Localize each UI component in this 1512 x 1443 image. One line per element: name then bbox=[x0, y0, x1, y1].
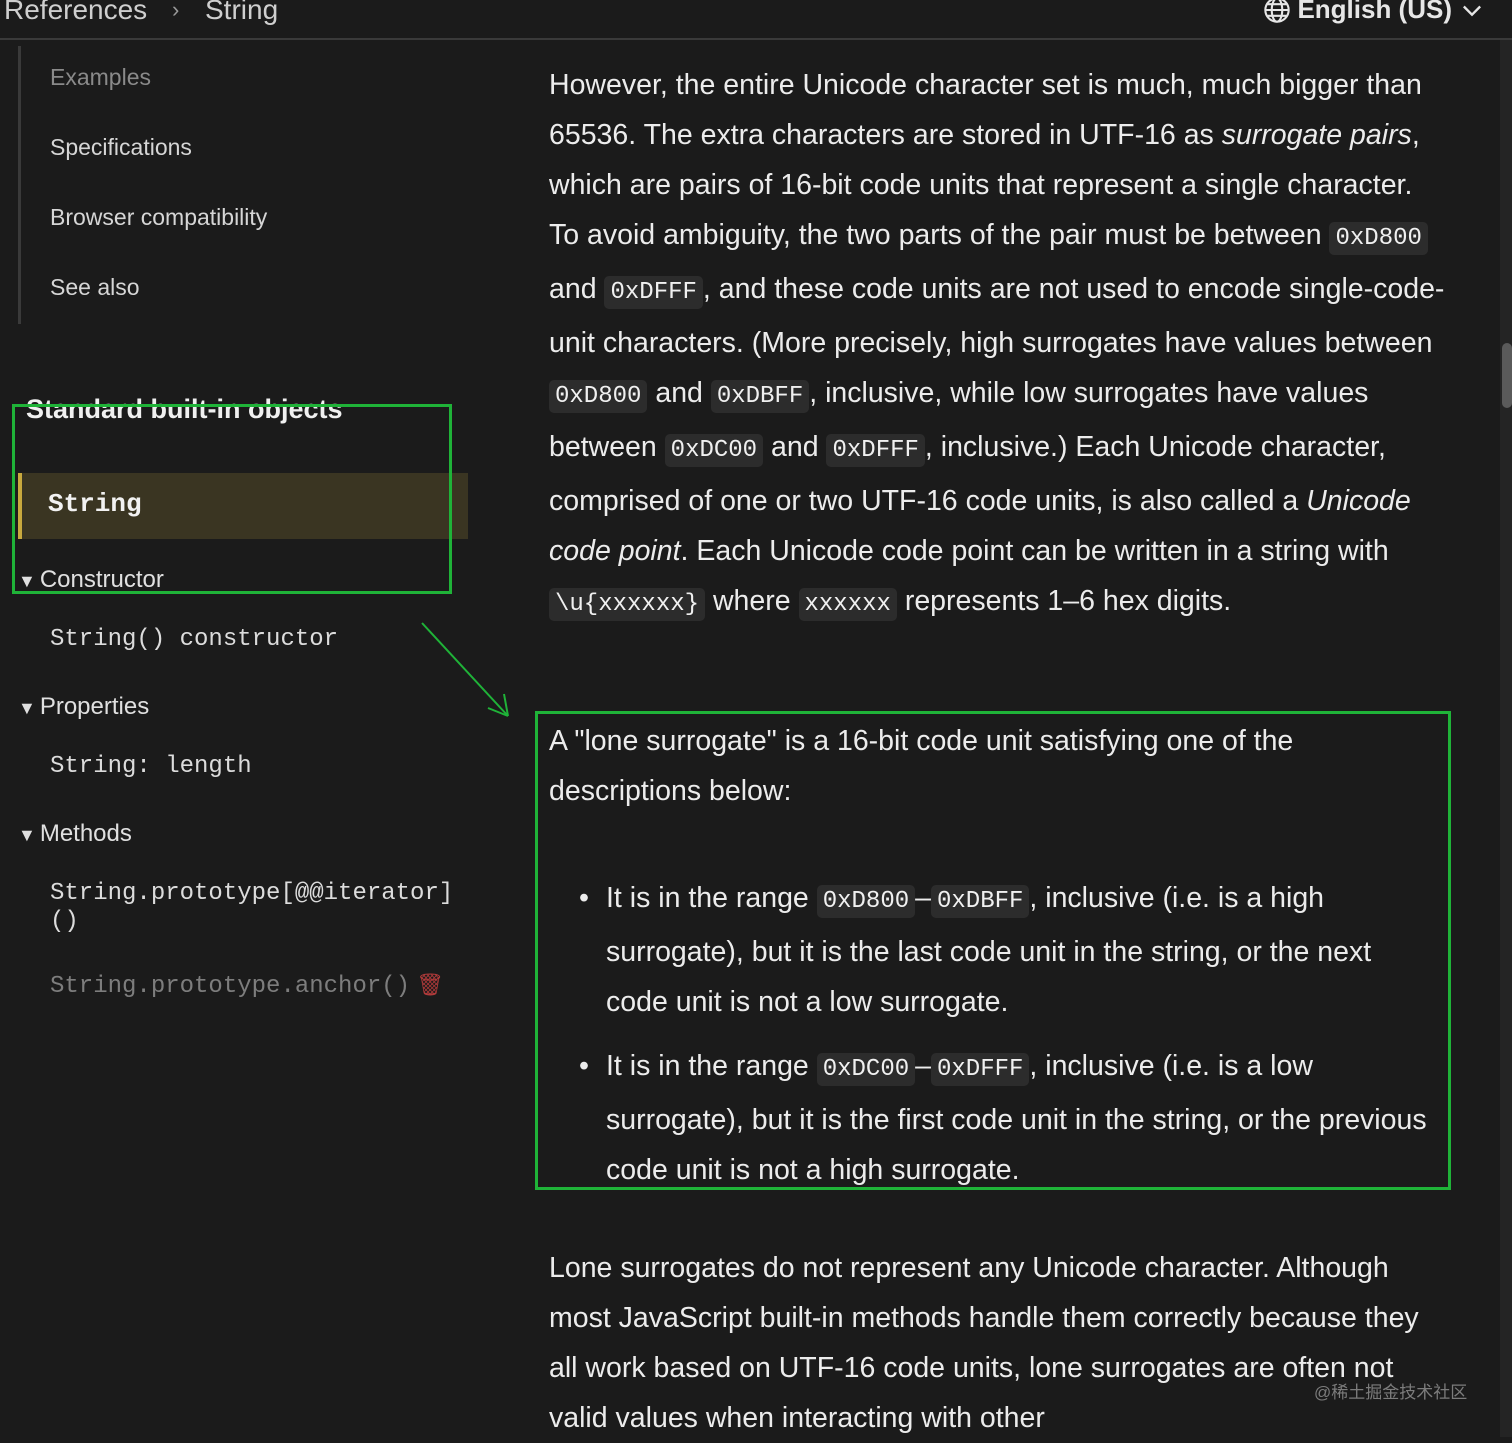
paragraph-surrogate-pairs: However, the entire Unicode character se… bbox=[549, 60, 1449, 630]
code-0xDC00: 0xDC00 bbox=[664, 434, 764, 467]
text: It is in the range bbox=[606, 882, 817, 914]
watermark: @稀土掘金技术社区 bbox=[1314, 1383, 1468, 1402]
code-0xD800: 0xD800 bbox=[816, 885, 916, 918]
code-0xDFFF: 0xDFFF bbox=[826, 434, 925, 467]
text: It is in the range bbox=[606, 1050, 817, 1082]
term-surrogate-pairs: surrogate pairs bbox=[1221, 119, 1412, 151]
code-0xDC00: 0xDC00 bbox=[816, 1053, 916, 1086]
text: . Each Unicode code point can be written… bbox=[680, 535, 1389, 567]
text: – bbox=[915, 1050, 931, 1082]
paragraph-lone-surrogate: A "lone surrogate" is a 16-bit code unit… bbox=[549, 716, 1449, 816]
text: and bbox=[549, 273, 605, 305]
scrollbar-track[interactable] bbox=[1500, 40, 1512, 1437]
code-0xDBFF: 0xDBFF bbox=[930, 885, 1030, 918]
text: represents 1–6 hex digits. bbox=[896, 585, 1232, 617]
code-0xD800: 0xD800 bbox=[1329, 222, 1428, 255]
code-0xDFFF: 0xDFFF bbox=[604, 276, 703, 309]
code-0xD800: 0xD800 bbox=[549, 380, 648, 413]
lone-surrogate-definition: A "lone surrogate" is a 16-bit code unit… bbox=[549, 725, 1294, 807]
list-item: It is in the range 0xD800–0xDBFF, inclus… bbox=[549, 873, 1439, 1027]
lone-surrogates-note: Lone surrogates do not represent any Uni… bbox=[549, 1252, 1419, 1434]
text: – bbox=[915, 882, 931, 914]
text: and bbox=[647, 377, 711, 409]
list-item: It is in the range 0xDC00–0xDFFF, inclus… bbox=[549, 1041, 1439, 1195]
code-unicode-escape: \u{xxxxxx} bbox=[549, 588, 706, 621]
code-0xDFFF: 0xDFFF bbox=[930, 1053, 1030, 1086]
code-xxxxxx: xxxxxx bbox=[798, 588, 897, 621]
code-0xDBFF: 0xDBFF bbox=[710, 380, 810, 413]
scrollbar-thumb[interactable] bbox=[1502, 343, 1512, 408]
text: and bbox=[763, 431, 827, 463]
paragraph-lone-surrogates-note: Lone surrogates do not represent any Uni… bbox=[549, 1243, 1449, 1443]
text: where bbox=[705, 585, 799, 617]
lone-surrogate-list: It is in the range 0xD800–0xDBFF, inclus… bbox=[549, 873, 1439, 1209]
